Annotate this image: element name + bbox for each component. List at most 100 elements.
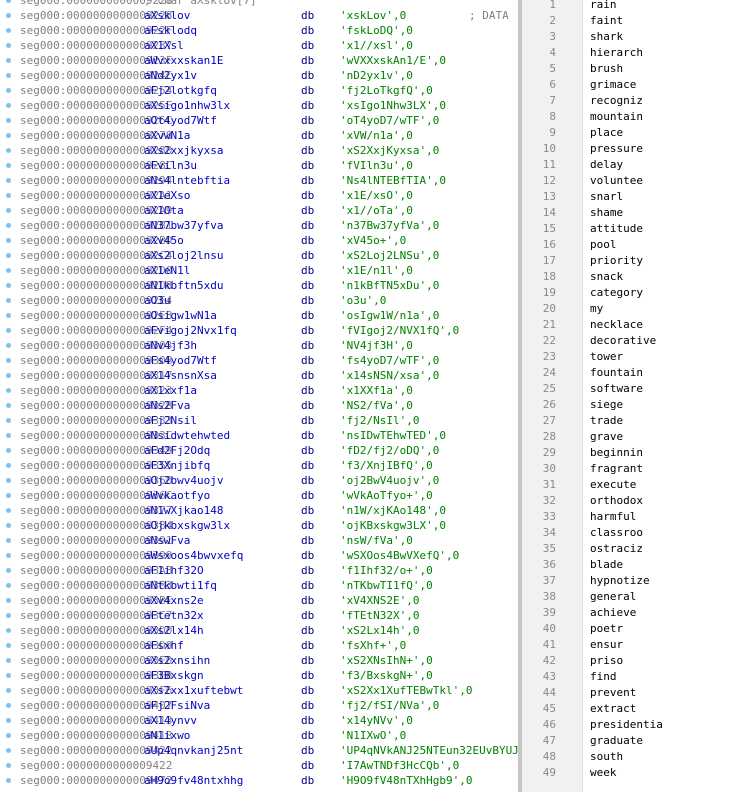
breakpoint-dot-icon[interactable] [6, 238, 11, 243]
breakpoint-dot-icon[interactable] [6, 328, 11, 333]
listing-row[interactable]: seg000:000000000000932B aNs2Fva db 'NS2/fVa… [20, 398, 413, 413]
listing-row[interactable]: seg000:00000000000092B1 aN37bw37yfva db'n3… [20, 218, 439, 233]
listing-row[interactable]: seg000:00000000000092F4 aFvigoj2Nvx1fq db '… [20, 323, 459, 338]
breakpoint-gutter[interactable] [0, 0, 18, 792]
breakpoint-dot-icon[interactable] [6, 13, 11, 18]
listing-row[interactable]: seg000:00000000000092A9 aX1Ota db'x1//oTa'… [20, 203, 413, 218]
listing-row[interactable]: seg000:0000000000009377 aN1wXjkao148 db'n1… [20, 503, 446, 518]
listing-row[interactable]: seg000:0000000000009294 aNs4lntebftia db 'N… [20, 173, 446, 188]
breakpoint-dot-icon[interactable] [6, 88, 11, 93]
listing-row[interactable]: seg000:00000000000093E0 aXs2xnsihn db'xS2X… [20, 653, 433, 668]
breakpoint-dot-icon[interactable] [6, 283, 11, 288]
breakpoint-dot-icon[interactable] [6, 403, 11, 408]
listing-row[interactable]: seg000:00000000000093F6 aXs2xx1xuftebwt db… [20, 683, 472, 698]
breakpoint-dot-icon[interactable] [6, 118, 11, 123]
listing-row[interactable]: seg000:0000000000009355 aF3Xnjibfq db'f3/X… [20, 458, 433, 473]
listing-row[interactable]: seg000:00000000000092E8 aOsigw1wN1a db'osI… [20, 308, 439, 323]
listing-row[interactable]: seg000:0000000000009391 aNswFva db'nsW/fVa… [20, 533, 413, 548]
breakpoint-dot-icon[interactable] [6, 748, 11, 753]
breakpoint-dot-icon[interactable] [6, 658, 11, 663]
breakpoint-dot-icon[interactable] [6, 28, 11, 33]
breakpoint-dot-icon[interactable] [6, 73, 11, 78]
listing-row[interactable]: seg000:00000000000093D9 aFsxhf db'fsXhf+',… [20, 638, 406, 653]
breakpoint-dot-icon[interactable] [6, 613, 11, 618]
listing-row[interactable]: seg000:000000000000925F aXsigo1nhw3lx db'x… [20, 98, 446, 113]
breakpoint-dot-icon[interactable] [6, 523, 11, 528]
listing-row[interactable]: seg000:000000000000922F aFsklodq db'fskLoD… [20, 23, 413, 38]
breakpoint-dot-icon[interactable] [6, 463, 11, 468]
listing-row[interactable]: seg000:00000000000092A1 aX1eXso db'x1E/xsO… [20, 188, 413, 203]
breakpoint-dot-icon[interactable] [6, 253, 11, 258]
breakpoint-dot-icon[interactable] [6, 388, 11, 393]
breakpoint-dot-icon[interactable] [6, 193, 11, 198]
text-editor-pane[interactable]: 1 rain 2 faint 3 shark 4 hierarch 5 brush 6 grimace… [522, 0, 744, 792]
listing-row[interactable]: seg000:000000000000926C aOt4yod7Wtf db'oT4… [20, 113, 439, 128]
breakpoint-dot-icon[interactable] [6, 358, 11, 363]
breakpoint-dot-icon[interactable] [6, 43, 11, 48]
breakpoint-dot-icon[interactable] [6, 733, 11, 738]
listing-row[interactable]: seg000:0000000000009323 aX1xxf1a db'x1XXf1… [20, 383, 413, 398]
listing-row[interactable]: seg000:0000000000009280 aXs2xxjkyxsa db'xS… [20, 143, 439, 158]
breakpoint-dot-icon[interactable] [6, 268, 11, 273]
listing-row[interactable]: seg000:00000000000093A8 aF1ihf32O db'f1Ihf… [20, 563, 433, 578]
listing-row[interactable]: seg000:000000000000930B aFs4yod7Wtf db'fs4… [20, 353, 439, 368]
listing-row[interactable]: seg000:0000000000009349 aFd2Fj2Odq db'fD2/… [20, 443, 439, 458]
breakpoint-dot-icon[interactable] [6, 553, 11, 558]
breakpoint-dot-icon[interactable] [6, 478, 11, 483]
breakpoint-dot-icon[interactable] [6, 208, 11, 213]
breakpoint-dot-icon[interactable] [6, 448, 11, 453]
listing-row[interactable]: seg000:00000000000093B3 aNtkbwti1fq db'nTK… [20, 578, 433, 593]
listing-row[interactable]: seg000:0000000000009228 aXsklov db'xskLov'… [20, 8, 509, 23]
breakpoint-dot-icon[interactable] [6, 688, 11, 693]
disassembly-view[interactable]: seg000:0000000000009228 ; char aXsklov[7… [0, 0, 518, 792]
listing-row[interactable]: seg000:0000000000009317 aX14snsnXsa db'x14… [20, 368, 439, 383]
breakpoint-dot-icon[interactable] [6, 313, 11, 318]
breakpoint-dot-icon[interactable] [6, 508, 11, 513]
breakpoint-dot-icon[interactable] [6, 538, 11, 543]
breakpoint-dot-icon[interactable] [6, 373, 11, 378]
breakpoint-dot-icon[interactable] [6, 433, 11, 438]
breakpoint-dot-icon[interactable] [6, 298, 11, 303]
breakpoint-dot-icon[interactable] [6, 223, 11, 228]
breakpoint-dot-icon[interactable] [6, 598, 11, 603]
breakpoint-dot-icon[interactable] [6, 673, 11, 678]
listing-row[interactable]: seg000:0000000000009278 aXvwN1a db'xVW/n1a… [20, 128, 413, 143]
listing-row[interactable]: seg000:000000000000936C aWvkaotfyo db'wVkA… [20, 488, 433, 503]
breakpoint-dot-icon[interactable] [6, 148, 11, 153]
listing-row[interactable]: seg000:00000000000093BE aXv4xns2e db'xV4XN… [20, 593, 419, 608]
listing-row[interactable]: seg000:00000000000092E4 aO3u db'o3u',0 [20, 293, 386, 308]
listing-row[interactable]: seg000:0000000000009407 aFj2FsiNva db'fj2/… [20, 698, 439, 713]
listing-row[interactable]: seg000:0000000000009399 aWsxoos4bwvxefq db… [20, 548, 459, 563]
listing-row[interactable]: seg000:0000000000009360 aOj2bwv4uojv db'oj… [20, 473, 439, 488]
breakpoint-dot-icon[interactable] [6, 178, 11, 183]
breakpoint-dot-icon[interactable] [6, 718, 11, 723]
listing-row[interactable]: seg000:000000000000923F aWvxxxskan1E db'wV… [20, 53, 446, 68]
breakpoint-dot-icon[interactable] [6, 778, 11, 783]
breakpoint-dot-icon[interactable] [6, 343, 11, 348]
breakpoint-dot-icon[interactable] [6, 703, 11, 708]
listing-row[interactable]: seg000:0000000000009413 aX14ynvv db'x14yNV… [20, 713, 413, 728]
breakpoint-dot-icon[interactable] [6, 133, 11, 138]
listing-row[interactable]: seg000:0000000000009303 aNv4jf3h db 'NV4jf3… [20, 338, 413, 353]
listing-row[interactable]: seg000:0000000000009237 aX1Xsl db'x1//xsl'… [20, 38, 413, 53]
breakpoint-dot-icon[interactable] [6, 103, 11, 108]
listing-row[interactable]: seg000:0000000000009422 db 'I7AwTNDf3HcCQb… [20, 758, 459, 773]
breakpoint-dot-icon[interactable] [6, 643, 11, 648]
listing-row[interactable]: seg000:000000000000928C aFviln3u db'fVIln3… [20, 158, 413, 173]
listing-row[interactable]: seg000:00000000000093D0 aXs2lx14h db'xS2Lx… [20, 623, 419, 638]
listing-row[interactable]: seg000:0000000000009384 aOjkbxskgw3lx db'o… [20, 518, 446, 533]
breakpoint-dot-icon[interactable] [6, 163, 11, 168]
breakpoint-dot-icon[interactable] [6, 583, 11, 588]
listing-row[interactable]: seg000:00000000000092BD aXv45o db'xV45o+',… [20, 233, 406, 248]
listing-row[interactable]: seg000:00000000000092C4 aXs2loj2lnsu db'xS… [20, 248, 439, 263]
listing-row[interactable]: seg000:000000000000924C aNd2yx1v db'nD2yx1… [20, 68, 413, 83]
breakpoint-dot-icon[interactable] [6, 493, 11, 498]
listing-row[interactable]: seg000:00000000000092D8 aN1kbftn5xdu db'n1… [20, 278, 439, 293]
listing-row[interactable]: seg000:0000000000009333 aFj2Nsil db'fj2/Ns… [20, 413, 419, 428]
listing-row[interactable]: seg000:0000000000009254 aFj2lotkgfq db'fj2… [20, 83, 433, 98]
breakpoint-dot-icon[interactable] [6, 568, 11, 573]
breakpoint-dot-icon[interactable] [6, 58, 11, 63]
listing-row[interactable]: seg000:00000000000093EB aF3Bxskgn db'f3/Bx… [20, 668, 433, 683]
listing-row[interactable]: seg000:0000000000009472 aH9o9fv48ntxhhg db… [20, 773, 472, 788]
listing-row[interactable]: seg000:000000000000933C aNsidwtehwted db'n… [20, 428, 446, 443]
